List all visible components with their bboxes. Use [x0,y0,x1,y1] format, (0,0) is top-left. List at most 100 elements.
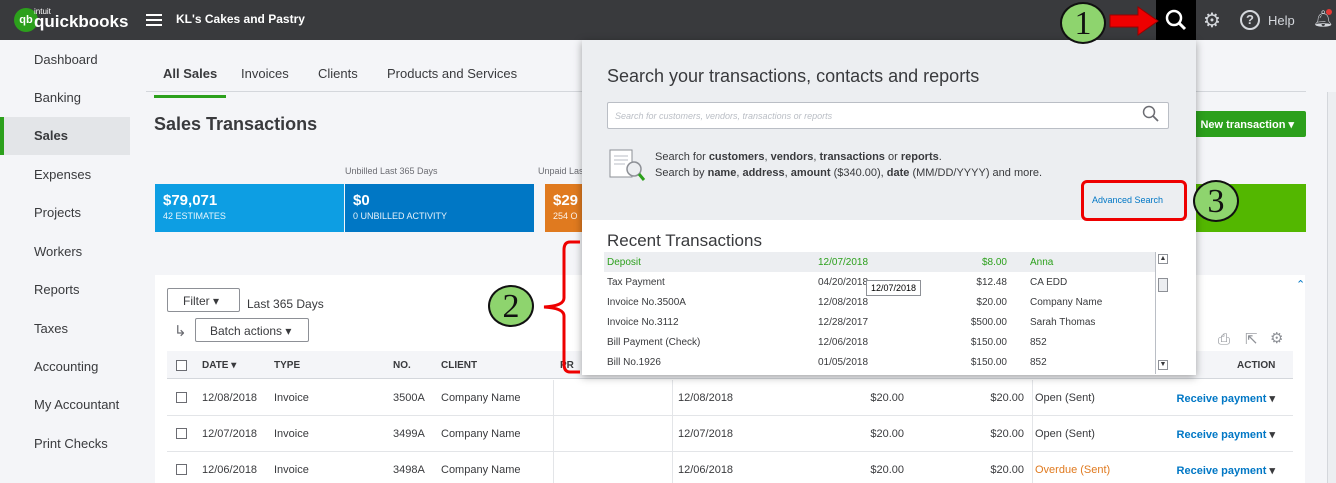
hamburger-menu-icon[interactable] [146,11,162,29]
chevron-down-icon[interactable]: ▾ [1269,429,1275,441]
select-all-checkbox[interactable] [176,360,187,371]
sidebar-item-reports[interactable]: Reports [0,271,130,309]
sidebar-item-print-checks[interactable]: Print Checks [0,425,130,463]
search-popup-title: Search your transactions, contacts and r… [607,66,980,86]
print-icon[interactable]: ⎙ [1218,331,1230,348]
col-client[interactable]: CLIENT [441,360,477,371]
row-type: Invoice [274,464,309,476]
recent-amount: $150.00 [970,337,1007,348]
scroll-up-icon[interactable]: ▲ [1158,254,1168,264]
page-scrollbar[interactable] [1327,92,1336,483]
search-input-icon[interactable] [1142,105,1160,128]
row-checkbox[interactable] [176,392,187,403]
row-balance: $20.00 [870,392,904,404]
help-icon[interactable]: ? [1240,10,1260,30]
sidebar-item-projects[interactable]: Projects [0,194,130,232]
search-input[interactable]: Search for customers, vendors, transacti… [607,102,1169,129]
row-checkbox[interactable] [176,464,187,475]
recent-scrollbar[interactable]: ▲ ▼ [1155,252,1170,374]
document-search-icon [607,148,646,182]
company-name: KL's Cakes and Pastry [176,12,305,26]
recent-transaction-row[interactable]: Bill Payment (Check) 12/06/2018 $150.00 852 [604,332,1155,352]
logo-text[interactable]: quickbooks [34,12,128,32]
sidebar-item-my-accountant[interactable]: My Accountant [0,386,130,424]
sidebar-item-workers[interactable]: Workers [0,233,130,271]
estimates-caption: 42 ESTIMATES [163,211,226,221]
tab-clients[interactable]: Clients [318,66,358,98]
row-balance: $20.00 [870,428,904,440]
recent-name: Invoice No.3500A [607,297,686,308]
row-status: Overdue (Sent) [1035,464,1111,476]
row-date: 12/06/2018 [202,464,258,476]
row-total: $20.00 [990,428,1024,440]
annotation-marker-2: 2 [488,285,534,327]
recent-contact: 852 [1030,357,1047,368]
recent-amount: $500.00 [970,317,1007,328]
unbilled-card[interactable]: $0 0 UNBILLED ACTIVITY [345,184,534,232]
search-hint-categories: Search for customers, vendors, transacti… [655,151,942,163]
recent-amount: $8.00 [981,257,1007,268]
table-row[interactable]: 12/06/2018 Invoice 3498A Company Name 12/06/… [167,452,1293,483]
recent-amount: $12.48 [976,277,1007,288]
settings-icon[interactable]: ⚙ [1270,329,1283,347]
sidebar-item-expenses[interactable]: Expenses [0,156,130,194]
recent-name: Invoice No.3112 [607,317,679,328]
col-date[interactable]: DATE ▾ [202,360,236,371]
row-due-date: 12/07/2018 [678,428,734,440]
recent-transactions-list: Deposit 12/07/2018 $8.00 Anna Tax Payment 04/… [604,252,1170,374]
search-icon [1165,9,1187,31]
recent-transaction-row[interactable]: Bill No.1926 01/05/2018 $150.00 852 [604,352,1155,372]
search-hint-fields: Search by name, address, amount ($340.00… [655,167,1043,179]
sidebar-item-banking[interactable]: Banking [0,79,130,117]
row-client: Company Name [441,392,521,404]
collapse-icon[interactable]: ⌃ [1296,278,1305,291]
tab-invoices[interactable]: Invoices [241,66,289,98]
chevron-down-icon[interactable]: ▾ [1269,393,1275,405]
tab-all-sales[interactable]: All Sales [154,66,227,98]
help-label[interactable]: Help [1268,13,1295,28]
row-no: 3498A [393,464,425,476]
recent-date: 12/08/2018 [818,297,869,308]
col-type[interactable]: TYPE [274,360,300,371]
batch-arrow-icon: ↳ [174,323,187,340]
row-due-date: 12/06/2018 [678,464,734,476]
batch-actions-button[interactable]: Batch actions ▾ [195,318,309,342]
recent-amount: $150.00 [970,357,1007,368]
filter-button[interactable]: Filter ▾ [167,288,240,312]
sidebar-item-accounting[interactable]: Accounting [0,348,130,386]
recent-transactions-title: Recent Transactions [607,231,762,250]
recent-contact: Company Name [1030,297,1103,308]
row-date: 12/08/2018 [202,392,258,404]
scroll-down-icon[interactable]: ▼ [1158,360,1168,370]
recent-transaction-row[interactable]: Invoice No.3112 12/28/2017 $500.00 Sarah Th… [604,312,1155,332]
table-row[interactable]: 12/08/2018 Invoice 3500A Company Name 12/08/… [167,380,1293,416]
gear-icon[interactable]: ⚙ [1203,8,1221,33]
row-total: $20.00 [990,392,1024,404]
row-client: Company Name [441,464,521,476]
recent-transaction-row[interactable]: Deposit 12/07/2018 $8.00 Anna [604,252,1155,272]
recent-amount: $20.00 [976,297,1007,308]
row-checkbox[interactable] [176,428,187,439]
export-icon[interactable]: ⇱ [1245,330,1258,348]
notification-dot [1326,9,1332,15]
receive-payment-button[interactable]: Receive payment ▾ [1177,428,1275,441]
table-row[interactable]: 12/07/2018 Invoice 3499A Company Name 12/07/… [167,416,1293,452]
chevron-down-icon[interactable]: ▾ [1269,465,1275,477]
receive-payment-button[interactable]: Receive payment ▾ [1177,464,1275,477]
sidebar-item-taxes[interactable]: Taxes [0,310,130,348]
row-due-date: 12/08/2018 [678,392,734,404]
row-no: 3499A [393,428,425,440]
date-tooltip: 12/07/2018 [866,280,922,296]
recent-contact: 852 [1030,337,1047,348]
tab-products-services[interactable]: Products and Services [387,66,517,98]
search-button[interactable] [1156,0,1196,40]
page-title: Sales Transactions [154,114,318,134]
overdue-card[interactable]: $29 254 O [545,184,582,232]
col-no[interactable]: NO. [393,360,411,371]
advanced-search-highlight [1081,180,1187,221]
sidebar-item-dashboard[interactable]: Dashboard [0,41,130,79]
scroll-thumb[interactable] [1158,278,1168,292]
estimates-card[interactable]: $79,071 42 ESTIMATES [155,184,344,232]
sidebar-item-sales[interactable]: Sales [0,117,130,155]
receive-payment-button[interactable]: Receive payment ▾ [1177,392,1275,405]
